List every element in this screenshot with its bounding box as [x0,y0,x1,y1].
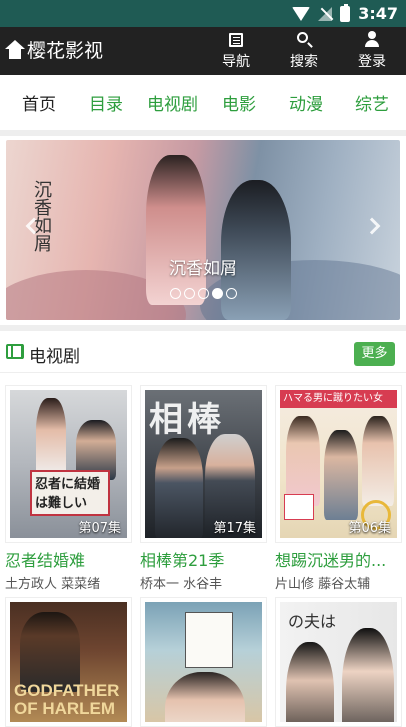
episode-badge: 第07集 [78,521,121,536]
nav-button-label: 导航 [222,54,250,70]
category-catalog[interactable]: 目录 [89,90,123,115]
poster: GODFATHER OF HARLEM [5,597,132,727]
card-cast: 土方政人 菜菜绪 [5,577,101,592]
status-icons: 3:47 [292,3,398,23]
poster-text: ハマる男に蹴りたい女 [280,390,397,408]
video-card[interactable] [140,597,267,727]
video-card[interactable]: 忍者に結婚は難しい 第07集 忍者结婚难 土方政人 菜菜绪 [5,385,132,597]
card-title[interactable]: 忍者结婚难 [5,547,132,571]
film-icon [6,344,24,359]
video-card[interactable]: GODFATHER OF HARLEM [5,597,132,727]
poster-text: GODFATHER OF HARLEM [14,681,120,718]
video-card[interactable]: 相棒 第17集 相棒第21季 桥本一 水谷丰 [140,385,267,597]
status-time: 3:47 [358,4,398,23]
app-actions: 导航 搜索 登录 [202,31,406,71]
banner-figure [221,180,291,320]
login-button-label: 登录 [358,54,386,70]
category-tv[interactable]: 电视剧 [147,90,198,115]
category-movie[interactable]: 电影 [222,90,256,115]
app-bar: 樱花影视 导航 搜索 登录 [0,27,406,75]
card-cast: 片山修 藤谷太辅 [275,577,371,592]
section-header: 电视剧 更多 [0,333,406,373]
poster: 忍者に結婚は難しい 第07集 [5,385,132,543]
category-variety[interactable]: 综艺 [355,90,389,115]
banner-caption: 沉香如屑 [169,259,237,279]
user-icon [363,31,381,49]
divider [0,325,406,331]
wifi-icon [292,6,311,21]
banner-calligraphy: 沉香如屑 [31,180,52,252]
video-card[interactable]: ハマる男に蹴りたい女 第06集 想踢沉迷男的... 片山修 藤谷太辅 [275,385,402,597]
banner-figure [146,155,206,305]
nav-button[interactable]: 导航 [202,31,270,71]
video-card[interactable]: の夫は [275,597,402,727]
carousel-dot[interactable] [169,288,181,299]
poster: の夫は [275,597,402,727]
card-cast: 桥本一 水谷丰 [140,577,223,592]
banner-carousel[interactable]: 沉香如屑 沉香如屑 [6,140,400,320]
app-title-link[interactable]: 樱花影视 [5,36,103,63]
episode-badge: 第17集 [213,521,256,536]
divider [0,130,406,136]
section-title: 电视剧 [29,347,80,367]
card-title[interactable]: 相棒第21季 [140,547,267,571]
banner-next-arrow[interactable] [363,217,381,235]
poster [140,597,267,727]
carousel-dots [6,288,400,299]
poster-text: 忍者に結婚は難しい [35,477,101,511]
search-button[interactable]: 搜索 [270,31,338,71]
list-icon [227,31,245,49]
search-button-label: 搜索 [290,54,318,70]
carousel-dot-active[interactable] [211,288,223,299]
poster: 相棒 第17集 [140,385,267,543]
carousel-dot[interactable] [183,288,195,299]
app-title: 樱花影视 [27,40,104,62]
poster: ハマる男に蹴りたい女 第06集 [275,385,402,543]
card-title[interactable]: 想踢沉迷男的... [275,547,402,571]
search-icon [295,31,313,49]
battery-charging-icon [340,3,351,22]
category-home[interactable]: 首页 [22,90,56,115]
tv-grid: 忍者に結婚は難しい 第07集 忍者结婚难 土方政人 菜菜绪 相棒 第17集 相棒… [5,385,402,727]
more-button[interactable]: 更多 [354,342,395,366]
category-anime[interactable]: 动漫 [289,90,323,115]
signal-off-icon [318,6,333,21]
home-icon [5,39,25,60]
carousel-dot[interactable] [225,288,237,299]
poster-text: 相棒 [149,400,225,440]
carousel-dot[interactable] [197,288,209,299]
status-bar: 3:47 [0,0,406,27]
episode-badge: 第06集 [348,521,391,536]
poster-text: の夫は [288,612,337,631]
category-nav: 首页 目录 电视剧 电影 动漫 综艺 [0,75,406,130]
login-button[interactable]: 登录 [338,31,406,71]
